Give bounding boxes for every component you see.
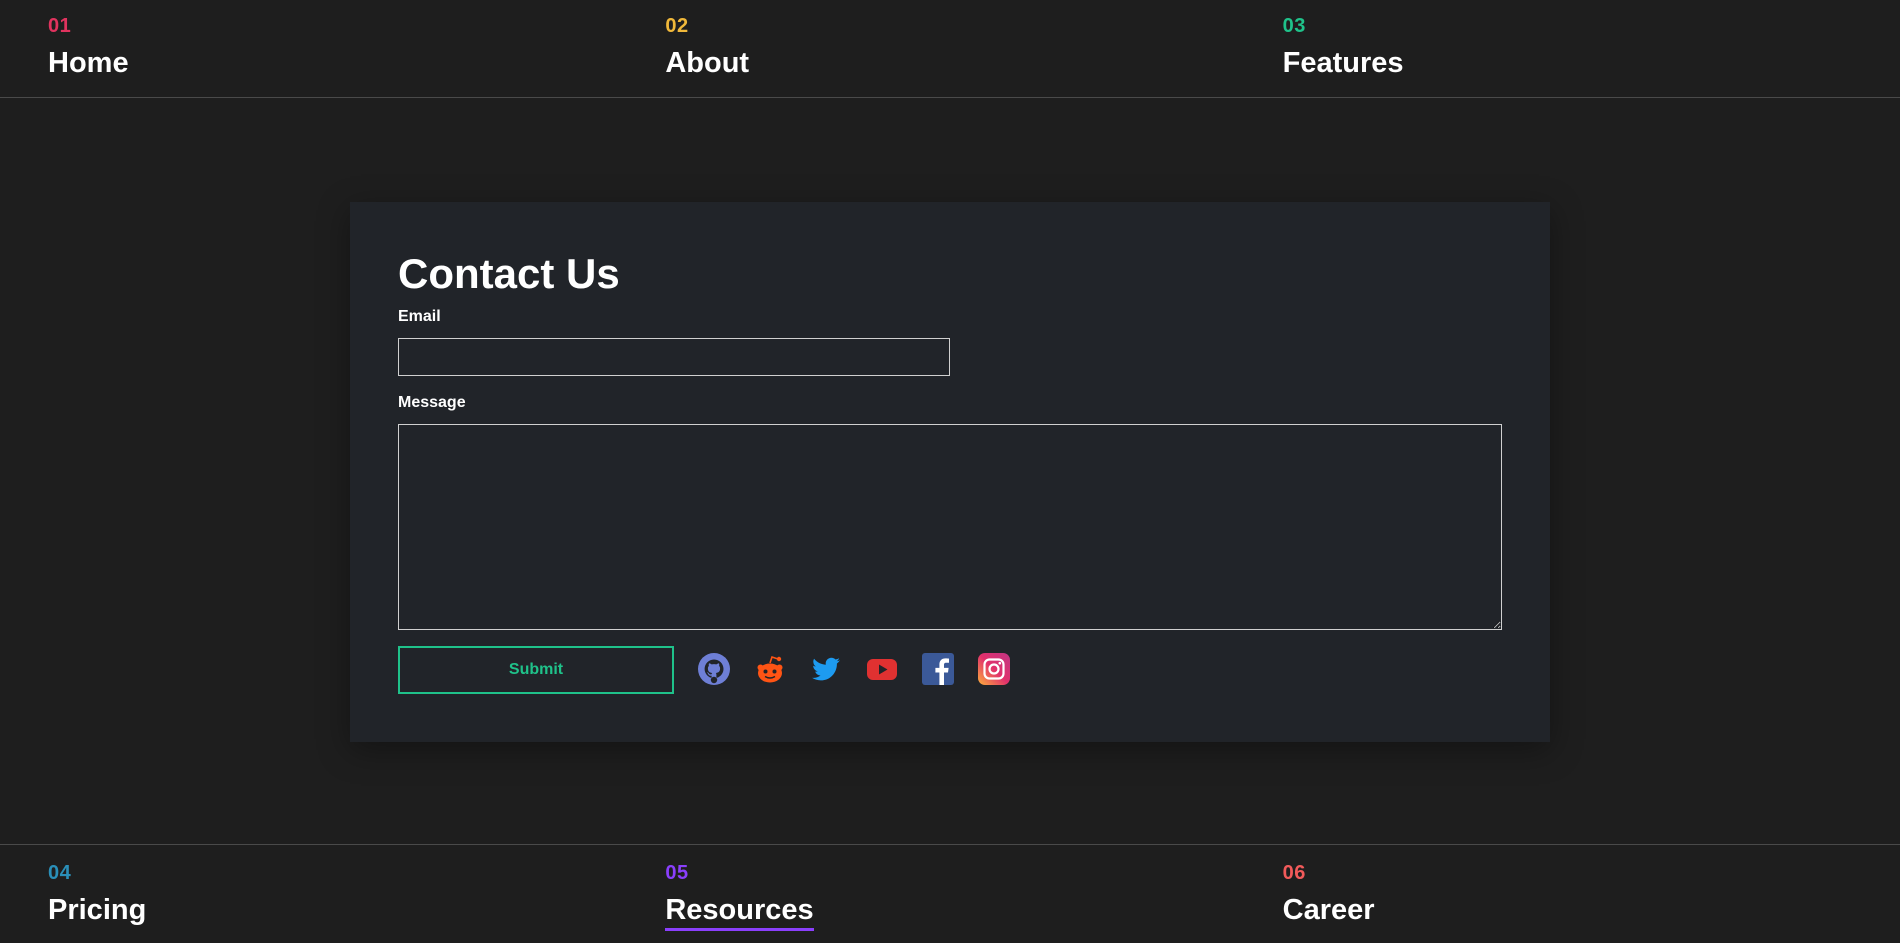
nav-item-career[interactable]: 06 Career: [1283, 845, 1900, 942]
email-label: Email: [398, 308, 441, 325]
twitter-link[interactable]: [810, 653, 842, 685]
nav-label-active: Resources: [665, 894, 814, 931]
nav-item-about[interactable]: 02 About: [665, 0, 1282, 97]
nav-number: 05: [665, 862, 689, 884]
nav-label: About: [665, 47, 750, 79]
contact-card: Contact Us Email Message Submit: [350, 202, 1550, 742]
nav-number: 03: [1282, 15, 1306, 37]
nav-label: Home: [48, 47, 129, 79]
message-field[interactable]: [398, 424, 1502, 630]
youtube-link[interactable]: [866, 653, 898, 685]
facebook-link[interactable]: [922, 653, 954, 685]
instagram-icon: [978, 653, 1010, 685]
nav-label: Features: [1282, 47, 1404, 79]
email-field[interactable]: [398, 338, 950, 376]
github-icon: [698, 653, 730, 685]
submit-button[interactable]: Submit: [398, 646, 674, 694]
top-nav: 01 Home 02 About 03 Features: [0, 0, 1900, 98]
nav-item-features[interactable]: 03 Features: [1283, 0, 1900, 97]
instagram-link[interactable]: [978, 653, 1010, 685]
social-links: [698, 653, 1010, 685]
message-label: Message: [398, 394, 466, 411]
nav-label: Pricing: [48, 894, 147, 926]
nav-number: 01: [48, 15, 72, 37]
github-link[interactable]: [698, 653, 730, 685]
reddit-link[interactable]: [754, 653, 786, 685]
bottom-nav: 04 Pricing 05 Resources 06 Career: [0, 844, 1900, 942]
nav-item-home[interactable]: 01 Home: [48, 0, 665, 97]
nav-label: Career: [1282, 894, 1375, 926]
facebook-icon: [922, 653, 954, 685]
youtube-icon: [867, 659, 897, 680]
nav-number: 06: [1282, 862, 1306, 884]
nav-number: 02: [665, 15, 689, 37]
page: 01 Home 02 About 03 Features Contact Us …: [0, 0, 1900, 943]
reddit-icon: [757, 655, 783, 683]
contact-title: Contact Us: [398, 250, 620, 297]
nav-number: 04: [48, 862, 72, 884]
nav-item-pricing[interactable]: 04 Pricing: [48, 845, 665, 942]
twitter-icon: [812, 657, 840, 681]
nav-item-resources[interactable]: 05 Resources: [665, 845, 1282, 942]
